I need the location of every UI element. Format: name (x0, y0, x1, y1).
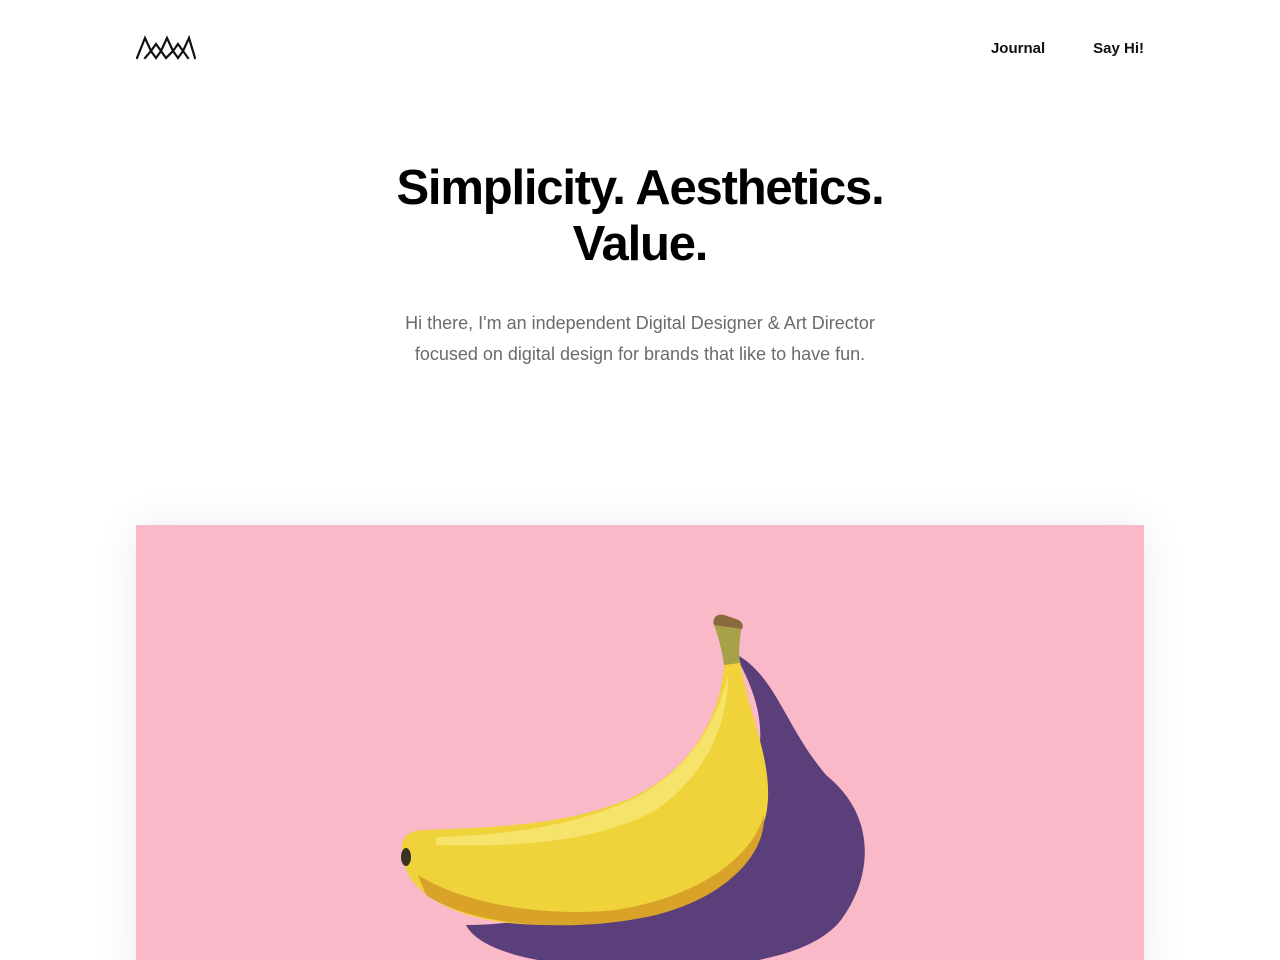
featured-image[interactable] (136, 525, 1144, 960)
hero-title-line-1: Simplicity. Aesthetics. (396, 161, 884, 215)
main-nav: Journal Say Hi! (991, 40, 1144, 58)
nav-link-journal[interactable]: Journal (991, 40, 1045, 58)
site-header: Journal Say Hi! (136, 0, 1144, 96)
zigzag-mountain-logo-icon[interactable] (136, 34, 196, 60)
nav-link-say-hi[interactable]: Say Hi! (1093, 40, 1144, 58)
hero-title: Simplicity. Aesthetics. Value. (360, 160, 920, 272)
page: Journal Say Hi! Simplicity. Aesthetics. … (0, 0, 1280, 960)
banana-illustration (401, 614, 865, 960)
hero-section: Simplicity. Aesthetics. Value. Hi there,… (0, 160, 1280, 370)
hero-title-line-2: Value. (572, 217, 709, 271)
hero-intro-text: Hi there, I'm an independent Digital Des… (405, 313, 875, 364)
banana-tip (401, 848, 411, 866)
